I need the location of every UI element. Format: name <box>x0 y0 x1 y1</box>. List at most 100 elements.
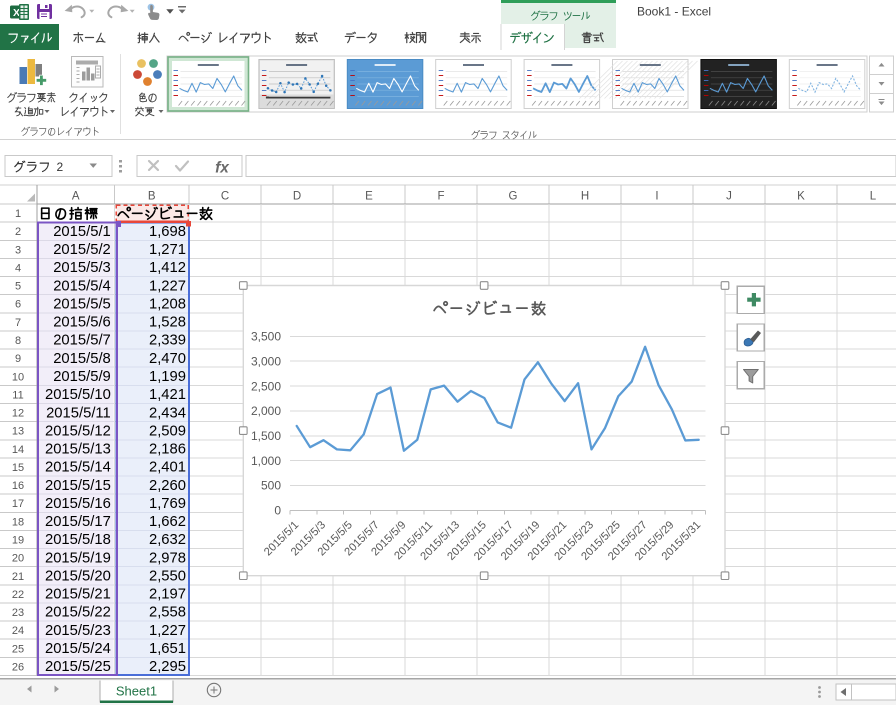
svg-text:K: K <box>797 190 805 202</box>
svg-text:2015/5/12: 2015/5/12 <box>45 423 111 439</box>
svg-text:2015/5/11: 2015/5/11 <box>46 405 111 421</box>
svg-text:2,260: 2,260 <box>149 478 186 494</box>
svg-text:22: 22 <box>12 589 24 601</box>
svg-text:1,412: 1,412 <box>149 260 186 276</box>
svg-text:2015/5/7: 2015/5/7 <box>53 333 111 349</box>
svg-text:Sheet1: Sheet1 <box>116 684 157 699</box>
svg-text:16: 16 <box>12 480 24 492</box>
svg-text:2015/5/18: 2015/5/18 <box>45 532 111 548</box>
svg-text:2,550: 2,550 <box>149 568 186 584</box>
svg-text:18: 18 <box>12 516 24 528</box>
svg-text:2,470: 2,470 <box>149 351 186 367</box>
svg-text:19: 19 <box>12 535 24 547</box>
svg-text:J: J <box>726 190 732 202</box>
svg-text:2015/5/14: 2015/5/14 <box>45 460 111 476</box>
svg-text:4: 4 <box>15 262 21 274</box>
svg-text:1,528: 1,528 <box>149 315 186 331</box>
svg-text:1,199: 1,199 <box>149 369 186 385</box>
svg-text:23: 23 <box>12 607 24 619</box>
svg-text:Book1 - Excel: Book1 - Excel <box>637 5 711 19</box>
svg-text:A: A <box>72 190 80 202</box>
svg-text:3,500: 3,500 <box>251 330 281 344</box>
svg-text:2015/5/15: 2015/5/15 <box>45 478 111 494</box>
svg-text:X: X <box>13 7 20 19</box>
svg-text:2015/5/25: 2015/5/25 <box>45 659 111 675</box>
svg-text:2015/5/1: 2015/5/1 <box>53 224 111 240</box>
svg-text:11: 11 <box>12 389 23 401</box>
svg-text:2,434: 2,434 <box>149 405 186 421</box>
svg-text:1,698: 1,698 <box>149 224 186 240</box>
svg-text:2,978: 2,978 <box>149 550 186 566</box>
svg-text:1,769: 1,769 <box>149 496 186 512</box>
svg-text:C: C <box>221 190 229 202</box>
svg-text:I: I <box>655 190 658 202</box>
svg-text:2: 2 <box>15 226 21 238</box>
svg-text:1,227: 1,227 <box>149 278 186 294</box>
svg-text:6: 6 <box>15 299 21 311</box>
svg-text:H: H <box>581 190 589 202</box>
svg-text:25: 25 <box>12 643 24 655</box>
svg-text:2015/5/6: 2015/5/6 <box>53 315 111 331</box>
svg-text:2015/5/10: 2015/5/10 <box>45 387 111 403</box>
svg-text:20: 20 <box>12 553 24 565</box>
svg-text:13: 13 <box>12 426 24 438</box>
svg-text:2015/5/24: 2015/5/24 <box>45 641 111 657</box>
svg-text:1,421: 1,421 <box>149 387 186 403</box>
svg-text:fx: fx <box>215 160 230 177</box>
svg-text:2,509: 2,509 <box>149 423 186 439</box>
svg-text:3,000: 3,000 <box>251 354 281 368</box>
svg-text:2015/5/16: 2015/5/16 <box>45 496 111 512</box>
svg-text:0: 0 <box>274 504 281 518</box>
svg-text:2,295: 2,295 <box>149 659 186 675</box>
svg-text:2: 2 <box>57 160 64 174</box>
svg-text:14: 14 <box>12 444 24 456</box>
svg-text:9: 9 <box>15 353 21 365</box>
svg-text:3: 3 <box>15 244 21 256</box>
svg-text:7: 7 <box>15 317 21 329</box>
svg-text:2,401: 2,401 <box>149 460 186 476</box>
svg-text:1,208: 1,208 <box>149 296 186 312</box>
svg-text:1,271: 1,271 <box>149 242 186 258</box>
svg-text:F: F <box>437 190 444 202</box>
svg-text:26: 26 <box>12 661 24 673</box>
svg-text:17: 17 <box>12 498 24 510</box>
svg-text:24: 24 <box>12 625 24 637</box>
svg-text:2015/5/22: 2015/5/22 <box>45 605 111 621</box>
svg-text:1,000: 1,000 <box>251 454 281 468</box>
svg-text:D: D <box>293 190 301 202</box>
svg-text:2,186: 2,186 <box>149 442 186 458</box>
svg-text:2015/5/2: 2015/5/2 <box>53 242 111 258</box>
svg-text:500: 500 <box>261 479 281 493</box>
svg-text:2,197: 2,197 <box>149 587 186 603</box>
svg-text:2015/5/9: 2015/5/9 <box>53 369 111 385</box>
svg-text:2015/5/23: 2015/5/23 <box>45 623 111 639</box>
svg-text:2,632: 2,632 <box>149 532 186 548</box>
svg-text:10: 10 <box>12 371 24 383</box>
svg-text:2,500: 2,500 <box>251 379 281 393</box>
svg-text:2015/5/3: 2015/5/3 <box>53 260 111 276</box>
svg-text:21: 21 <box>12 571 24 583</box>
svg-text:8: 8 <box>15 335 21 347</box>
svg-text:1,227: 1,227 <box>149 623 186 639</box>
svg-text:2015/5/5: 2015/5/5 <box>53 296 111 312</box>
svg-text:L: L <box>870 190 877 202</box>
svg-text:1,651: 1,651 <box>149 641 186 657</box>
svg-text:2015/5/21: 2015/5/21 <box>45 587 111 603</box>
svg-text:1,662: 1,662 <box>149 514 186 530</box>
svg-text:E: E <box>365 190 373 202</box>
svg-text:2015/5/17: 2015/5/17 <box>45 514 111 530</box>
svg-text:G: G <box>509 190 518 202</box>
svg-text:2015/5/4: 2015/5/4 <box>53 278 111 294</box>
svg-text:2,558: 2,558 <box>149 605 186 621</box>
svg-text:B: B <box>148 190 156 202</box>
svg-text:2015/5/8: 2015/5/8 <box>53 351 111 367</box>
svg-text:15: 15 <box>12 462 24 474</box>
svg-text:2015/5/19: 2015/5/19 <box>45 550 111 566</box>
svg-text:5: 5 <box>15 281 21 293</box>
svg-text:2,339: 2,339 <box>149 333 186 349</box>
svg-text:12: 12 <box>12 408 24 420</box>
svg-text:2015/5/13: 2015/5/13 <box>45 442 111 458</box>
svg-text:2015/5/20: 2015/5/20 <box>45 568 111 584</box>
svg-text:1: 1 <box>15 208 21 220</box>
svg-text:1,500: 1,500 <box>251 429 281 443</box>
